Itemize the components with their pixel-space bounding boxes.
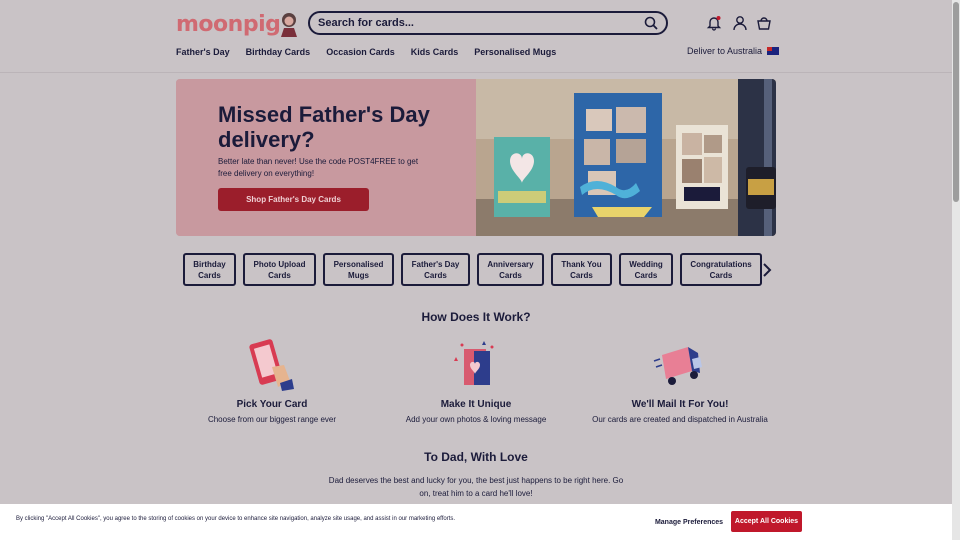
hero-title: Missed Father's Day delivery? xyxy=(218,102,430,152)
accept-all-cookies-button[interactable]: Accept All Cookies xyxy=(731,511,802,532)
cookie-text: By clicking "Accept All Cookies", you ag… xyxy=(16,516,456,522)
deliver-label: Deliver to Australia xyxy=(687,46,763,56)
deliver-selector[interactable]: Deliver to Australia xyxy=(687,46,780,56)
to-dad-description: Dad deserves the best and lucky for you,… xyxy=(328,476,624,498)
page: moonpig Father's Day Birthday Cards Occa… xyxy=(0,0,952,540)
step-mail-it: We'll Mail It For You! Our cards are cre… xyxy=(580,337,780,424)
category-thank-you-cards[interactable]: Thank You Cards xyxy=(551,253,612,286)
nav-item-birthday-cards[interactable]: Birthday Cards xyxy=(246,47,311,57)
category-wedding-cards[interactable]: Wedding Cards xyxy=(619,253,673,286)
mascot-icon xyxy=(281,13,298,37)
manage-preferences-button[interactable]: Manage Preferences xyxy=(651,514,727,531)
step-make-unique-desc: Add your own photos & loving message xyxy=(405,415,547,424)
cookie-banner: By clicking "Accept All Cookies", you ag… xyxy=(0,504,952,540)
moonpig-logo[interactable]: moonpig xyxy=(176,10,300,38)
nav-item-fathers-day[interactable]: Father's Day xyxy=(176,47,230,57)
logo-text: moonpig xyxy=(176,11,281,37)
category-photo-upload-cards[interactable]: Photo Upload Cards xyxy=(243,253,316,286)
bell-icon[interactable] xyxy=(706,15,722,31)
search-bar[interactable] xyxy=(308,11,668,35)
category-personalised-mugs[interactable]: Personalised Mugs xyxy=(323,253,394,286)
hero-cards-image xyxy=(476,79,776,236)
category-birthday-cards[interactable]: Birthday Cards xyxy=(183,253,236,286)
hero-subtitle: Better late than never! Use the code POS… xyxy=(218,157,419,178)
delivery-truck-icon xyxy=(653,347,702,385)
step-pick-card-desc: Choose from our biggest range ever xyxy=(207,415,337,424)
category-fathers-day-cards[interactable]: Father's Day Cards xyxy=(401,253,470,286)
hero-banner: Missed Father's Day delivery? Better lat… xyxy=(176,79,776,236)
page-scrollbar[interactable] xyxy=(952,0,960,540)
basket-icon[interactable] xyxy=(756,15,772,31)
category-anniversary-cards[interactable]: Anniversary Cards xyxy=(477,253,544,286)
search-icon[interactable] xyxy=(644,16,658,30)
how-it-works-title: How Does It Work? xyxy=(421,310,531,324)
scrollbar-thumb[interactable] xyxy=(953,2,959,202)
step-pick-card-title: Pick Your Card xyxy=(236,399,308,410)
main-nav: Father's Day Birthday Cards Occasion Car… xyxy=(176,47,556,57)
nav-item-personalised-mugs[interactable]: Personalised Mugs xyxy=(474,47,556,57)
step-mail-it-desc: Our cards are created and dispatched in … xyxy=(592,415,768,424)
shop-fathers-day-button[interactable]: Shop Father's Day Cards xyxy=(218,188,369,211)
step-make-unique-title: Make It Unique xyxy=(440,399,512,410)
nav-item-kids-cards[interactable]: Kids Cards xyxy=(411,47,459,57)
chevron-right-icon[interactable] xyxy=(762,263,772,277)
step-pick-card: Pick Your Card Choose from our biggest r… xyxy=(172,337,372,424)
step-make-unique: Make It Unique Add your own photos & lov… xyxy=(376,337,576,424)
category-congratulations-cards[interactable]: Congratulations Cards xyxy=(680,253,762,286)
header-divider xyxy=(0,72,952,73)
australia-flag-icon xyxy=(767,47,780,55)
hero-text-panel: Missed Father's Day delivery? Better lat… xyxy=(176,79,476,236)
nav-item-occasion-cards[interactable]: Occasion Cards xyxy=(326,47,395,57)
phone-card-icon xyxy=(249,339,294,391)
card-heart-icon xyxy=(454,341,494,385)
account-icon[interactable] xyxy=(732,15,748,31)
category-pills: Birthday Cards Photo Upload Cards Person… xyxy=(183,253,762,286)
step-mail-it-title: We'll Mail It For You! xyxy=(631,399,729,410)
search-input[interactable] xyxy=(318,17,644,29)
to-dad-title: To Dad, With Love xyxy=(424,450,528,464)
